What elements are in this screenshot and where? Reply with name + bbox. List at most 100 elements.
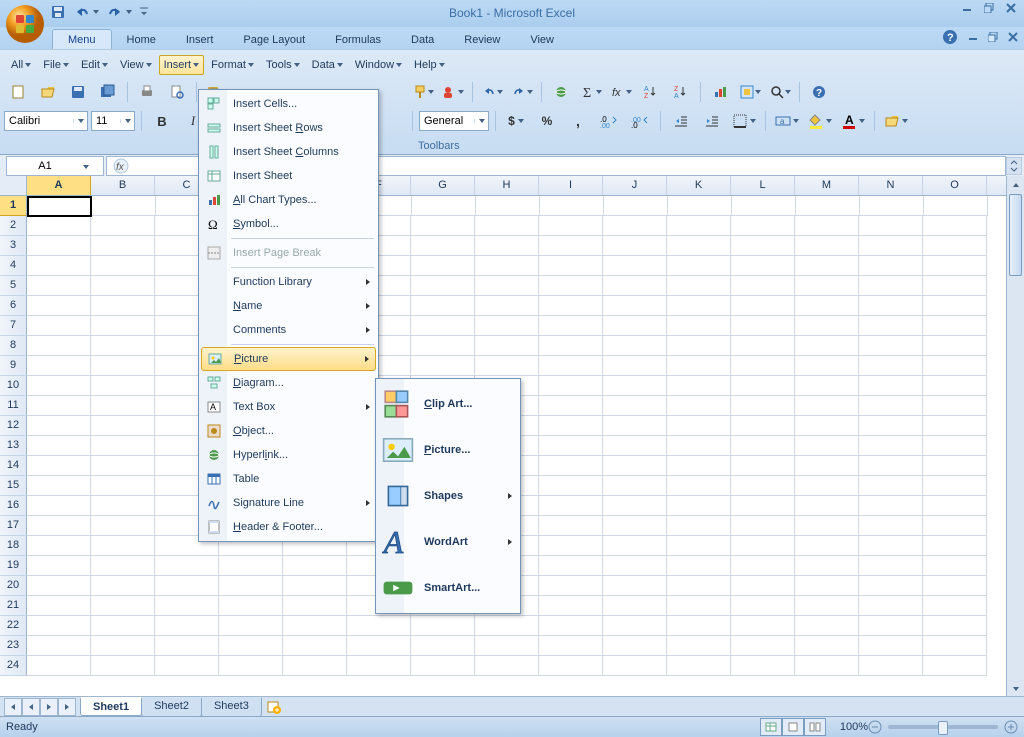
cell[interactable]: [411, 296, 475, 316]
print-button[interactable]: [133, 80, 161, 104]
sort-asc-button[interactable]: AZ: [637, 80, 665, 104]
cell[interactable]: [603, 436, 667, 456]
cell[interactable]: [27, 336, 91, 356]
cell[interactable]: [923, 556, 987, 576]
cell[interactable]: [27, 636, 91, 656]
decrease-indent-button[interactable]: [667, 109, 695, 133]
cell[interactable]: [731, 616, 795, 636]
cell[interactable]: [539, 356, 603, 376]
cell[interactable]: [283, 616, 347, 636]
cell[interactable]: [27, 616, 91, 636]
cell[interactable]: [411, 356, 475, 376]
cell[interactable]: [27, 236, 91, 256]
currency-button[interactable]: $: [502, 109, 530, 133]
help-button[interactable]: ?: [942, 29, 958, 45]
cell[interactable]: [412, 196, 476, 216]
percent-button[interactable]: %: [533, 109, 561, 133]
scroll-thumb[interactable]: [1009, 194, 1022, 276]
cell[interactable]: [27, 556, 91, 576]
cell[interactable]: [923, 456, 987, 476]
cell[interactable]: [859, 576, 923, 596]
cell[interactable]: [667, 656, 731, 676]
cell[interactable]: [27, 276, 91, 296]
cell[interactable]: [347, 636, 411, 656]
menu-file[interactable]: File: [38, 55, 74, 75]
column-header[interactable]: A: [27, 176, 91, 195]
cell[interactable]: [91, 296, 155, 316]
cell[interactable]: [732, 196, 796, 216]
cell[interactable]: [859, 496, 923, 516]
fx-icon[interactable]: fx: [113, 158, 131, 174]
ribbon-tab-home[interactable]: Home: [112, 30, 171, 49]
cell[interactable]: [859, 616, 923, 636]
cell[interactable]: [667, 456, 731, 476]
font-color-button[interactable]: A: [838, 109, 868, 133]
restore-button[interactable]: [980, 2, 998, 14]
row-header[interactable]: 2: [0, 216, 27, 236]
column-header[interactable]: M: [795, 176, 859, 195]
cell[interactable]: [27, 196, 92, 217]
cell[interactable]: [731, 496, 795, 516]
row-header[interactable]: 19: [0, 556, 27, 576]
cell[interactable]: [731, 376, 795, 396]
select-all-corner[interactable]: [0, 176, 27, 195]
cell[interactable]: [923, 216, 987, 236]
cell[interactable]: [27, 456, 91, 476]
cell[interactable]: [923, 476, 987, 496]
cell[interactable]: [539, 456, 603, 476]
cell[interactable]: [731, 276, 795, 296]
row-header[interactable]: 9: [0, 356, 27, 376]
menu-item-insert-sheet-columns[interactable]: Insert Sheet Columns: [201, 140, 376, 164]
cell[interactable]: [283, 636, 347, 656]
function-button[interactable]: fx: [607, 80, 635, 104]
page-break-view-button[interactable]: [804, 718, 826, 736]
cell[interactable]: [923, 376, 987, 396]
cell[interactable]: [411, 276, 475, 296]
cell[interactable]: [603, 616, 667, 636]
cell[interactable]: [923, 436, 987, 456]
menu-data[interactable]: Data: [307, 55, 348, 75]
first-sheet-button[interactable]: [4, 698, 22, 716]
menu-item-function-library[interactable]: Function Library: [201, 270, 376, 294]
menu-item-hyperlink[interactable]: Hyperlink...: [201, 443, 376, 467]
cell[interactable]: [731, 296, 795, 316]
decrease-decimal-button[interactable]: .00.0: [626, 109, 654, 133]
cell[interactable]: [475, 276, 539, 296]
row-header[interactable]: 23: [0, 636, 27, 656]
cell[interactable]: [539, 536, 603, 556]
cell[interactable]: [539, 316, 603, 336]
chart-button[interactable]: [706, 80, 734, 104]
cell[interactable]: [91, 256, 155, 276]
cell[interactable]: [27, 296, 91, 316]
column-header[interactable]: J: [603, 176, 667, 195]
cell[interactable]: [667, 356, 731, 376]
cell[interactable]: [923, 256, 987, 276]
cell[interactable]: [795, 496, 859, 516]
cell[interactable]: [859, 356, 923, 376]
cell[interactable]: [539, 636, 603, 656]
ribbon-tab-insert[interactable]: Insert: [171, 30, 229, 49]
redo-button-2[interactable]: [508, 80, 536, 104]
cell[interactable]: [923, 516, 987, 536]
cell[interactable]: [539, 476, 603, 496]
row-header[interactable]: 22: [0, 616, 27, 636]
cell[interactable]: [91, 216, 155, 236]
cell[interactable]: [795, 316, 859, 336]
cell[interactable]: [731, 656, 795, 676]
cell[interactable]: [475, 616, 539, 636]
cell[interactable]: [219, 656, 283, 676]
menu-item-picture[interactable]: Picture...: [378, 427, 518, 473]
close-button[interactable]: [1002, 2, 1020, 14]
page-layout-view-button[interactable]: [782, 718, 804, 736]
cell[interactable]: [795, 256, 859, 276]
cell[interactable]: [27, 416, 91, 436]
cell[interactable]: [91, 456, 155, 476]
cell[interactable]: [667, 236, 731, 256]
cell[interactable]: [667, 636, 731, 656]
cell[interactable]: [411, 236, 475, 256]
cell[interactable]: [859, 376, 923, 396]
cell[interactable]: [731, 536, 795, 556]
menu-insert[interactable]: Insert: [159, 55, 205, 75]
menu-item-header-footer[interactable]: Header & Footer...: [201, 515, 376, 539]
cell[interactable]: [411, 656, 475, 676]
